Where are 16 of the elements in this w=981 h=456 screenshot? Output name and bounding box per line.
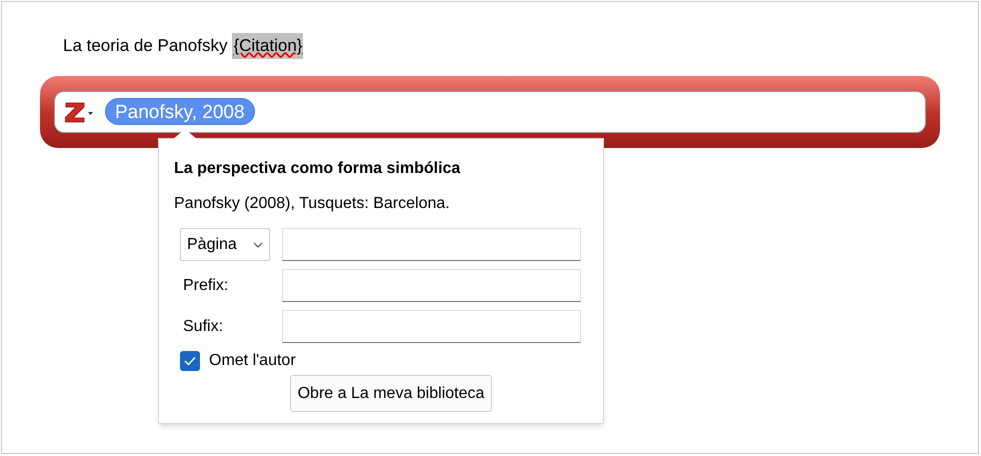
prefix-label: Prefix: (182, 276, 230, 296)
locator-field[interactable] (282, 228, 581, 261)
logo-icon[interactable] (65, 100, 95, 124)
suffix-field[interactable] (282, 310, 581, 343)
checkbox-label: Omet l'autor (209, 351, 296, 371)
locator-dropdown[interactable]: Pàgina (180, 228, 270, 261)
document-text: La teoria de Panofsky (63, 35, 228, 57)
checkbox[interactable] (180, 351, 200, 371)
prefix-field[interactable] (282, 269, 581, 302)
citation-details: Panofsky (2008), Tusquets: Barcelona. (174, 194, 451, 214)
citation-title: La perspectiva como forma simbólica (174, 159, 462, 179)
citation-field[interactable]: {Citation} (232, 33, 304, 58)
open-library-button[interactable]: Obre a La meva biblioteca (290, 375, 492, 412)
chevron-down-icon (253, 242, 263, 248)
suffix-label: Sufix: (182, 316, 224, 336)
checkmark-icon (184, 356, 196, 366)
